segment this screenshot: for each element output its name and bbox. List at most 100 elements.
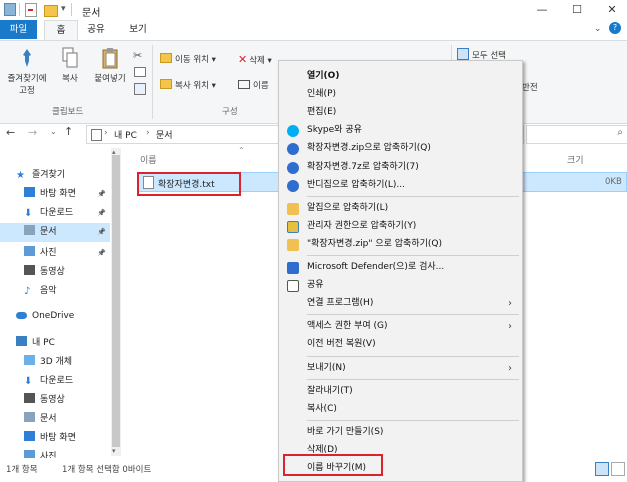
sidebar-item[interactable]: 3D 개체	[0, 353, 110, 372]
pin-icon: 📌	[97, 209, 106, 217]
menu-separator	[307, 314, 519, 316]
rename-highlight-box	[283, 454, 383, 476]
menu-item-label: 알집으로 압축하기(L)	[307, 202, 389, 213]
sidebar-item-label: 동영상	[40, 395, 65, 405]
menu-item[interactable]: 바로 가기 만들기(S)	[279, 423, 522, 442]
delete-button[interactable]: ✕ 삭제 ▾	[238, 53, 272, 66]
sidebar-item-label: OneDrive	[32, 311, 75, 321]
tab-home[interactable]: 홈	[44, 20, 78, 40]
menu-item[interactable]: 이전 버전 복원(V)	[279, 335, 522, 354]
rename-button[interactable]: 이름	[238, 79, 269, 91]
menu-item[interactable]: 알집으로 압축하기(L)	[279, 199, 522, 218]
tab-view[interactable]: 보기	[122, 20, 154, 39]
invert-selection-button[interactable]: 반전	[522, 81, 538, 93]
help-button[interactable]: ?	[609, 22, 621, 34]
cut-icon[interactable]: ✂	[133, 49, 142, 62]
sidebar-item[interactable]: ⬇ 다운로드	[0, 372, 110, 391]
customize-quick-access-icon[interactable]: ▾	[61, 4, 66, 14]
minimize-button[interactable]: —	[522, 1, 562, 19]
ribbon-tabs: 파일 홈 공유 보기 ⌄ ?	[0, 20, 627, 40]
paste-shortcut-icon[interactable]	[134, 83, 146, 95]
share-icon	[287, 280, 299, 293]
document-icon	[91, 129, 102, 141]
tab-file[interactable]: 파일	[0, 20, 37, 39]
sidebar-item[interactable]: 사진 📌	[0, 244, 110, 263]
desktop-icon	[24, 187, 35, 197]
menu-item[interactable]: 관리자 권한으로 압축하기(Y)	[279, 217, 522, 236]
menu-item[interactable]: 열기(O)	[279, 67, 522, 86]
menu-item[interactable]: 연결 프로그램(H) ›	[279, 294, 522, 313]
sidebar-item[interactable]: ⬇ 다운로드 📌	[0, 204, 110, 223]
menu-item[interactable]: 확장자변경.7z로 압축하기(7)	[279, 158, 522, 177]
menu-item[interactable]: 액세스 권한 부여 (G) ›	[279, 317, 522, 336]
back-icon[interactable]: ←	[6, 126, 15, 139]
sidebar-item[interactable]: 내 PC	[0, 334, 110, 353]
sidebar-item[interactable]: 동영상	[0, 391, 110, 410]
defender-icon	[287, 262, 299, 274]
sidebar-item[interactable]: 문서 📌	[0, 223, 110, 242]
menu-item-label: Skype와 공유	[307, 125, 362, 136]
sidebar-item[interactable]: ♪ 음악	[0, 282, 110, 301]
ribbon-collapse-icon[interactable]: ⌄	[594, 24, 602, 34]
recent-locations-icon[interactable]: ⌄	[50, 127, 57, 136]
sidebar-item[interactable]: 문서	[0, 410, 110, 429]
move-to-button[interactable]: 이동 위치 ▾	[160, 53, 216, 65]
menu-item-label: "확장자변경.zip" 으로 압축하기(Q)	[307, 238, 442, 249]
search-input[interactable]: ⌕	[526, 125, 627, 144]
new-folder-icon[interactable]	[44, 5, 58, 17]
breadcrumb-pc[interactable]: 내 PC	[114, 128, 137, 141]
scroll-up-icon[interactable]: ▴	[112, 148, 116, 156]
menu-item[interactable]: Microsoft Defender(으)로 검사...	[279, 258, 522, 277]
document-icon	[24, 412, 35, 422]
copy-path-icon[interactable]	[134, 67, 146, 77]
menu-item[interactable]: 반디집으로 압축하기(L)...	[279, 176, 522, 195]
pin-icon: 📌	[97, 249, 106, 257]
maximize-button[interactable]: ☐	[557, 1, 597, 19]
pin-to-quick-access-button[interactable]: 즐겨찾기에 고정	[2, 47, 52, 96]
sidebar-item[interactable]: 동영상	[0, 263, 110, 282]
menu-item-label: 연결 프로그램(H)	[307, 298, 374, 309]
copy-button[interactable]: 복사	[56, 47, 84, 84]
menu-item-label: 편집(E)	[307, 107, 337, 118]
sidebar-item[interactable]: 바탕 화면 📌	[0, 185, 110, 204]
column-header-name[interactable]: 이름	[140, 153, 157, 166]
menu-item[interactable]: 잘라내기(T)	[279, 382, 522, 401]
scroll-down-icon[interactable]: ▾	[112, 447, 116, 455]
sidebar-item[interactable]: ★ 즐겨찾기	[0, 166, 110, 185]
submenu-arrow-icon: ›	[508, 362, 512, 374]
sidebar-item-label: 문서	[40, 227, 57, 237]
up-icon[interactable]: ↑	[64, 125, 73, 138]
menu-item[interactable]: 편집(E)	[279, 103, 522, 122]
menu-item[interactable]: 확장자변경.zip으로 압축하기(Q)	[279, 139, 522, 158]
clipboard-group-label: 클립보드	[52, 107, 84, 117]
copy-to-button[interactable]: 복사 위치 ▾	[160, 79, 216, 91]
move-to-icon	[160, 53, 172, 63]
menu-item-label: 액세스 권한 부여 (G)	[307, 321, 388, 332]
breadcrumb-documents[interactable]: 문서	[156, 128, 173, 141]
large-icons-view-icon[interactable]	[611, 462, 625, 476]
sidebar-item-label: 음악	[40, 286, 57, 296]
download-icon: ⬇	[24, 208, 33, 219]
skype-icon	[287, 125, 299, 138]
sidebar-item[interactable]: 바탕 화면	[0, 429, 110, 448]
close-button[interactable]: ✕	[592, 1, 627, 19]
details-view-icon[interactable]	[595, 462, 609, 476]
menu-item[interactable]: 인쇄(P)	[279, 85, 522, 104]
menu-item-label: 인쇄(P)	[307, 89, 337, 100]
menu-item[interactable]: "확장자변경.zip" 으로 압축하기(Q)	[279, 235, 522, 254]
menu-item[interactable]: 복사(C)	[279, 400, 522, 419]
copy-icon	[61, 47, 79, 69]
sidebar-item[interactable]: OneDrive	[0, 307, 110, 326]
menu-item-label: 관리자 권한으로 압축하기(Y)	[307, 220, 417, 231]
menu-item[interactable]: 공유	[279, 276, 522, 295]
properties-icon[interactable]	[25, 3, 37, 17]
paste-button[interactable]: 붙여넣기	[89, 47, 131, 84]
column-header-size[interactable]: 크기	[567, 153, 584, 166]
menu-item[interactable]: Skype와 공유	[279, 121, 522, 140]
tab-share[interactable]: 공유	[80, 20, 112, 39]
nav-scrollbar-thumb[interactable]	[112, 155, 120, 447]
item-count: 1개 항목	[6, 465, 38, 475]
menu-item-label: 잘라내기(T)	[307, 385, 353, 396]
menu-item[interactable]: 보내기(N) ›	[279, 359, 522, 378]
forward-icon[interactable]: →	[28, 126, 37, 139]
